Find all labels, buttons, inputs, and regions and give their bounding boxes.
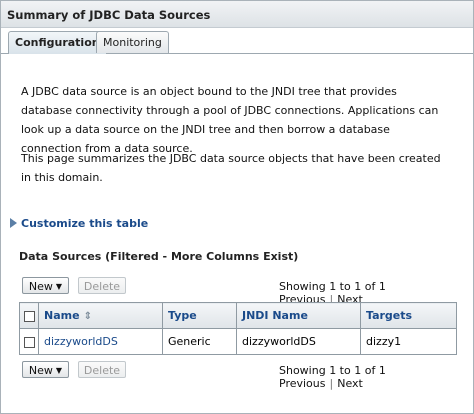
table-row: dizzyworldDS Generic dizzyworldDS dizzy1	[19, 328, 457, 355]
next-link-bottom[interactable]: Next	[337, 377, 363, 390]
previous-link-bottom[interactable]: Previous	[279, 377, 326, 390]
chevron-down-icon: ▼	[55, 282, 63, 291]
title-bar: Summary of JDBC Data Sources	[1, 1, 473, 28]
data-sources-table: Name ⇕ Type JNDI Name Targets dizzyworldD…	[19, 302, 457, 355]
tab-monitoring[interactable]: Monitoring	[96, 31, 169, 53]
delete-button-bottom[interactable]: Delete	[78, 361, 126, 378]
row-select-cell	[19, 328, 39, 355]
sort-icon[interactable]: ⇕	[84, 311, 92, 322]
cell-name: dizzyworldDS	[38, 328, 163, 355]
column-header-jndi-name[interactable]: JNDI Name	[236, 302, 361, 329]
cell-type: Generic	[162, 328, 237, 355]
datasource-name-link[interactable]: dizzyworldDS	[44, 335, 118, 348]
new-button-label: New	[28, 280, 53, 293]
select-all-column	[19, 302, 39, 329]
showing-count-bottom: Showing 1 to 1 of 1	[279, 364, 386, 377]
select-all-checkbox[interactable]	[23, 310, 35, 322]
tab-strip: Configuration Monitoring	[1, 28, 473, 54]
new-button[interactable]: New ▼	[22, 277, 69, 294]
showing-count: Showing 1 to 1 of 1	[279, 280, 386, 293]
table-header-row: Name ⇕ Type JNDI Name Targets	[19, 302, 457, 329]
content-area: A JDBC data source is an object bound to…	[1, 54, 473, 413]
new-button-bottom[interactable]: New ▼	[22, 361, 69, 378]
page-title: Summary of JDBC Data Sources	[7, 8, 211, 22]
pager-bottom: Showing 1 to 1 of 1 Previous | Next	[279, 364, 386, 390]
customize-table-link[interactable]: Customize this table	[10, 217, 148, 230]
column-header-name[interactable]: Name ⇕	[38, 302, 163, 329]
chevron-down-icon: ▼	[55, 366, 63, 375]
new-button-bottom-label: New	[28, 364, 53, 377]
delete-button[interactable]: Delete	[78, 277, 126, 294]
column-header-targets[interactable]: Targets	[360, 302, 457, 329]
expand-triangle-icon	[10, 218, 17, 228]
summary-panel: Summary of JDBC Data Sources Configurati…	[0, 0, 474, 414]
cell-targets: dizzy1	[360, 328, 457, 355]
tab-configuration[interactable]: Configuration	[8, 31, 107, 54]
column-header-type[interactable]: Type	[162, 302, 237, 329]
description-paragraph-2: This page summarizes the JDBC data sourc…	[21, 152, 441, 184]
cell-jndi-name: dizzyworldDS	[236, 328, 361, 355]
row-checkbox[interactable]	[23, 336, 35, 348]
description-paragraph-1: A JDBC data source is an object bound to…	[21, 85, 439, 155]
customize-table-label: Customize this table	[21, 217, 149, 230]
table-section-title: Data Sources (Filtered - More Columns Ex…	[19, 250, 299, 263]
